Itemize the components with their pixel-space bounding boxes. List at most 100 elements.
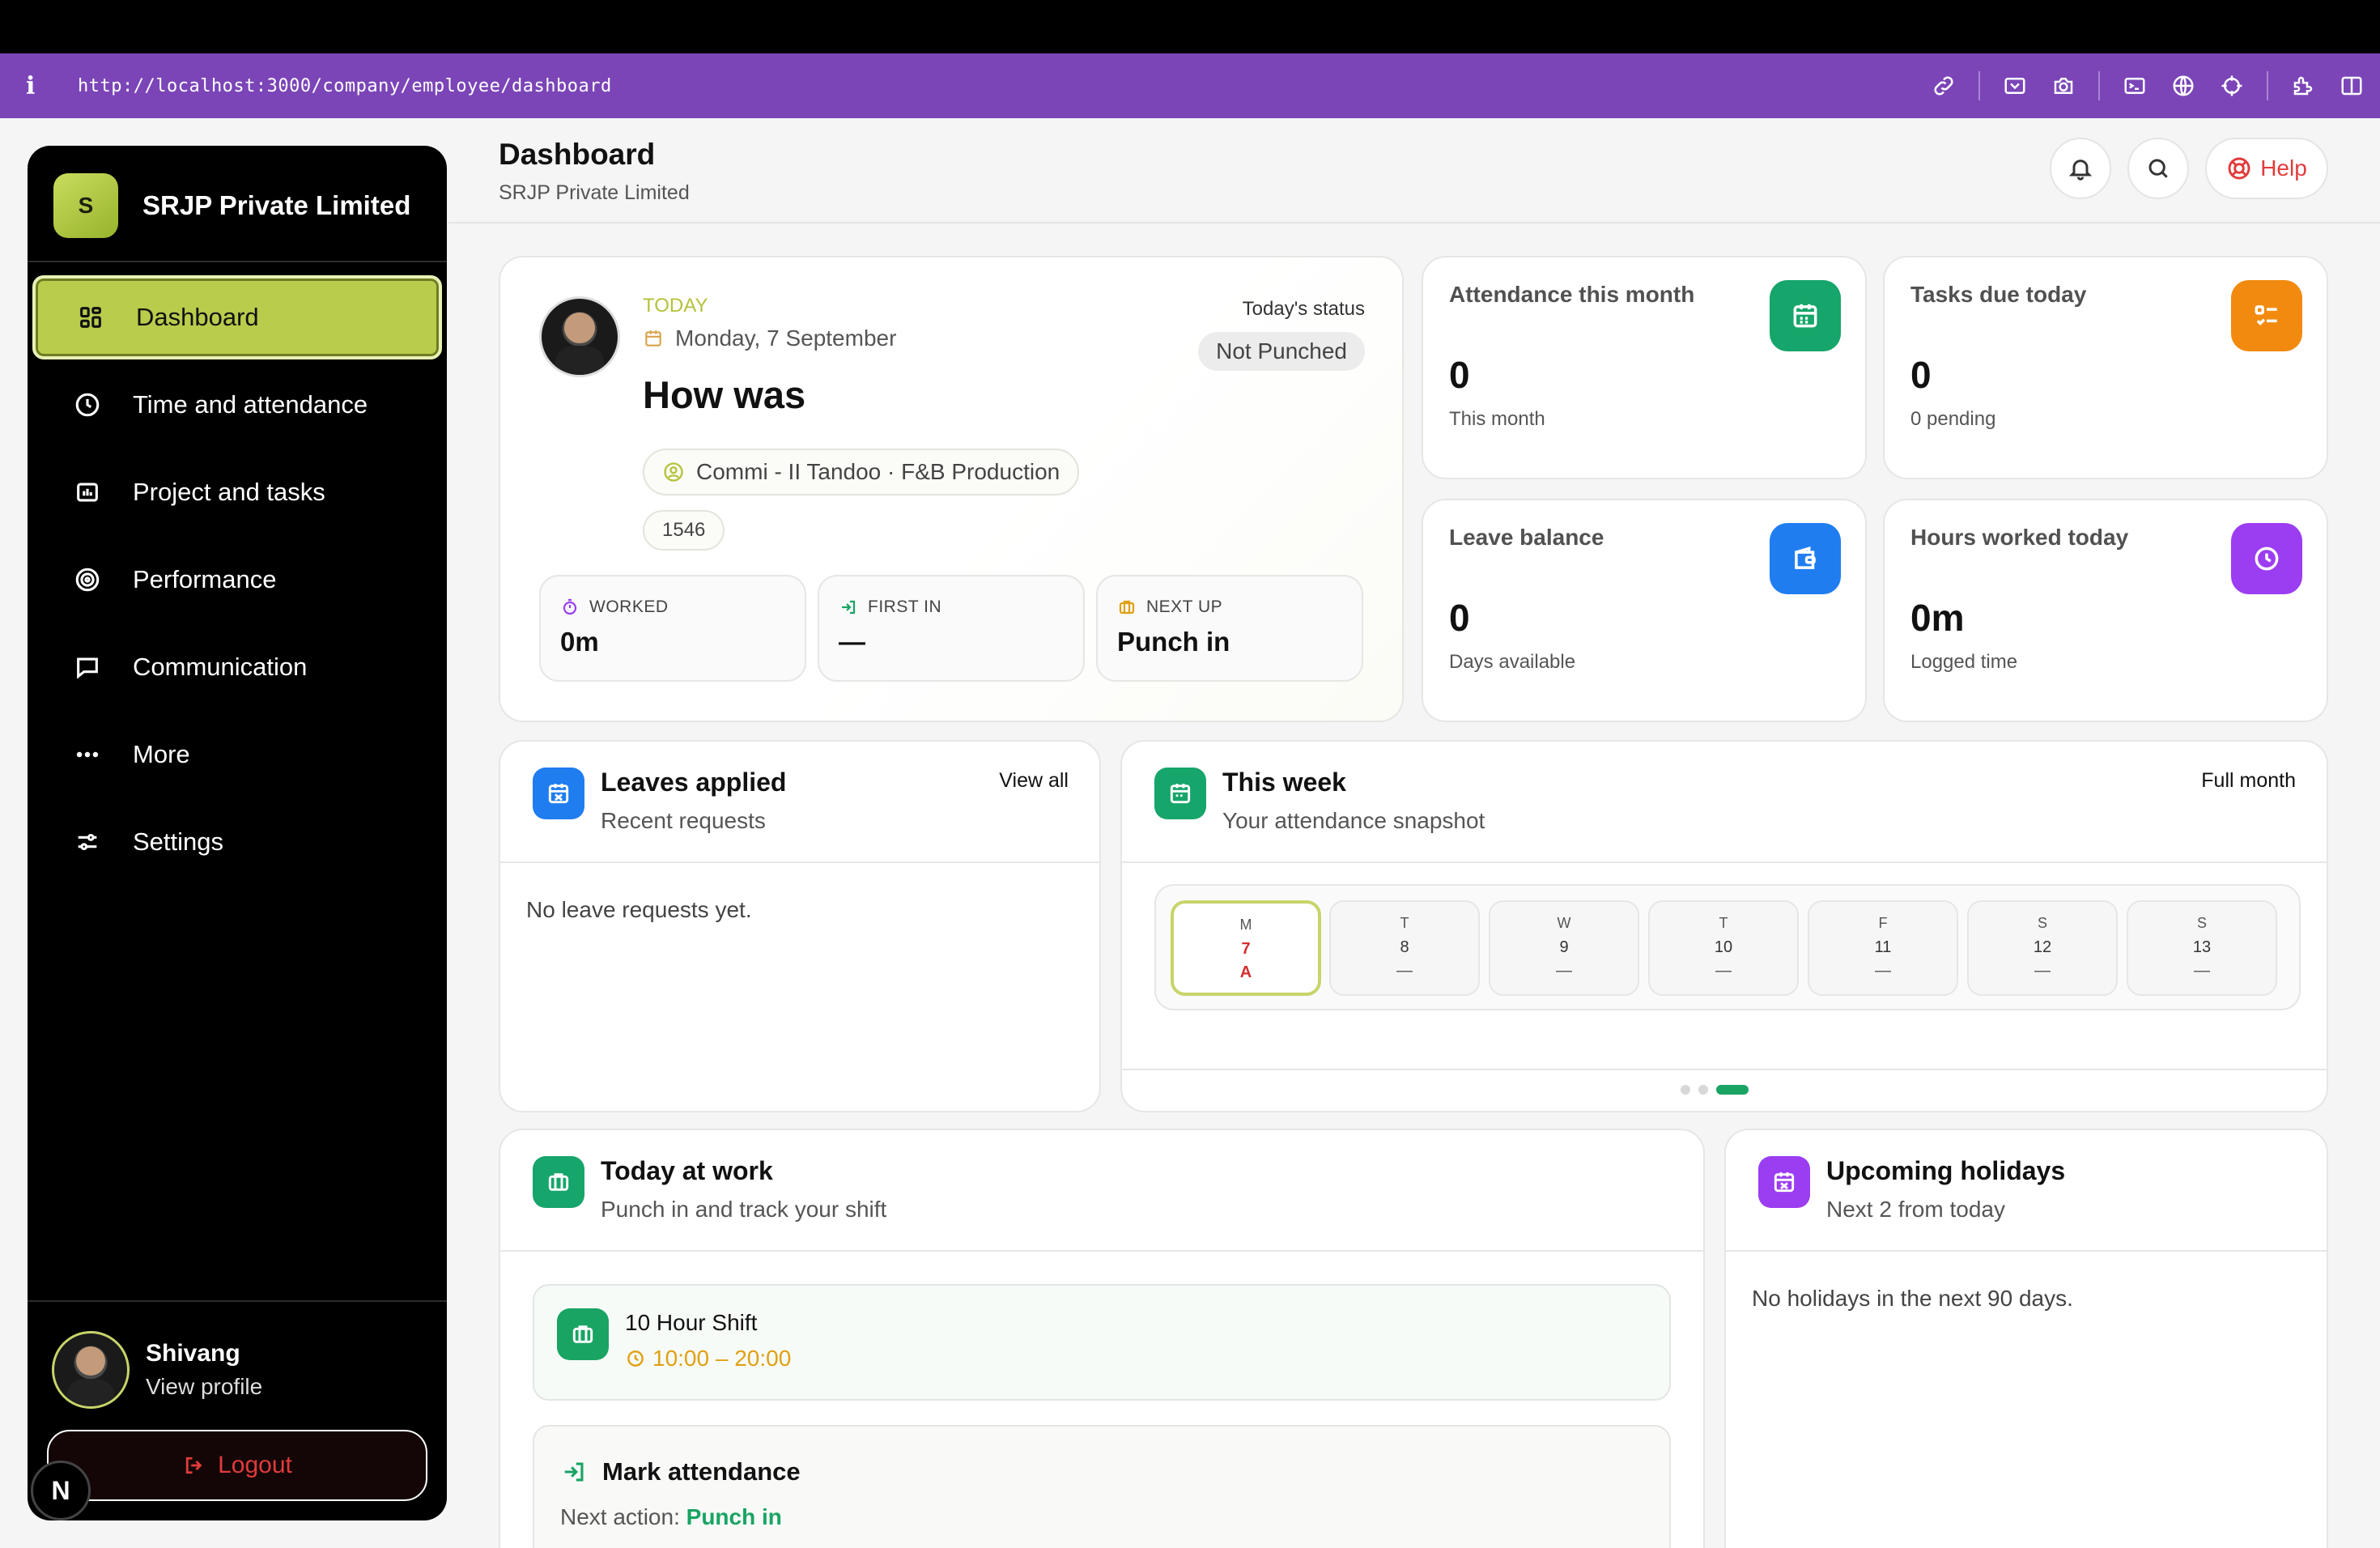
stat-label: Tasks due today — [1910, 282, 2087, 307]
view-profile-link[interactable]: View profile — [146, 1374, 262, 1400]
search-button[interactable] — [2127, 138, 2189, 199]
day-cell[interactable]: M 7 A — [1171, 900, 1321, 996]
mark-attendance-panel[interactable]: Mark attendance Next action: Punch in — [533, 1425, 1671, 1548]
calendar-off-icon — [533, 768, 584, 819]
screenshot-icon[interactable] — [2001, 72, 2029, 100]
url-text[interactable]: http://localhost:3000/company/employee/d… — [78, 76, 612, 96]
notifications-button[interactable] — [2050, 138, 2111, 199]
stat-label: Attendance this month — [1449, 282, 1695, 307]
sidebar-item-time-attendance[interactable]: Time and attendance — [32, 363, 442, 447]
day-status: — — [2194, 962, 2210, 980]
target-icon — [71, 563, 104, 596]
carousel-dot-active[interactable] — [1716, 1085, 1749, 1095]
first-in-metric: FIRST IN — — [818, 575, 1085, 682]
day-cell[interactable]: F 11 — — [1808, 900, 1958, 996]
briefcase-icon — [533, 1156, 584, 1208]
day-letter: S — [2196, 915, 2207, 931]
calendar-icon — [645, 330, 661, 347]
checklist-icon — [2231, 280, 2302, 351]
terminal-icon[interactable] — [2121, 72, 2148, 100]
sidebar-item-label: Performance — [133, 565, 277, 593]
carousel-dot[interactable] — [1698, 1085, 1708, 1095]
toolbar-divider — [2098, 71, 2100, 100]
sidebar-item-more[interactable]: More — [32, 712, 442, 797]
view-all-link[interactable]: View all — [999, 769, 1069, 793]
full-month-link[interactable]: Full month — [2201, 769, 2296, 793]
crosshair-icon[interactable] — [2218, 72, 2246, 100]
logout-icon — [185, 1457, 202, 1474]
stat-label: Leave balance — [1449, 525, 1604, 550]
url-bar: i http://localhost:3000/company/employee… — [0, 53, 2380, 118]
url-toolbar — [1930, 53, 2365, 118]
metric-label-text: WORKED — [589, 598, 669, 616]
help-button[interactable]: Help — [2205, 138, 2328, 199]
day-letter: M — [1239, 916, 1252, 933]
leaves-card: Leaves applied Recent requests View all … — [499, 740, 1101, 1112]
day-cell[interactable]: S 13 — — [2127, 900, 2277, 996]
user-profile[interactable]: Shivang View profile — [52, 1331, 262, 1409]
stat-sub: This month — [1449, 408, 1545, 430]
briefcase-icon — [557, 1308, 609, 1360]
card-title: Today at work — [601, 1156, 773, 1185]
sidebar-item-settings[interactable]: Settings — [32, 800, 442, 884]
sidebar-item-dashboard[interactable]: Dashboard — [32, 275, 442, 359]
card-header: This week Your attendance snapshot Full … — [1122, 742, 2327, 863]
sidebar-item-label: More — [133, 740, 190, 768]
day-cell[interactable]: S 12 — — [1967, 900, 2118, 996]
card-subtitle: Punch in and track your shift — [601, 1197, 887, 1222]
clock-icon — [71, 389, 104, 421]
sidebar-divider — [28, 1300, 447, 1302]
nextjs-dev-badge[interactable]: N — [31, 1461, 91, 1520]
logout-button[interactable]: Logout — [47, 1430, 427, 1501]
day-letter: T — [1719, 915, 1728, 931]
briefcase-icon — [1119, 600, 1135, 615]
week-strip: M 7 A T 8 — W 9 — T 10 — F 11 — S 12 — S… — [1154, 884, 2301, 1010]
today-label: TODAY — [643, 295, 708, 317]
login-icon — [842, 600, 856, 615]
shift-name: 10 Hour Shift — [625, 1310, 758, 1335]
stat-value: 0 — [1910, 354, 1932, 396]
card-header: Upcoming holidays Next 2 from today — [1726, 1130, 2327, 1252]
company-name: SRJP Private Limited — [142, 190, 411, 220]
lifebuoy-icon — [2228, 157, 2250, 180]
day-number: 12 — [2033, 938, 2052, 956]
shift-info: 10 Hour Shift 10:00 – 20:00 — [533, 1284, 1671, 1401]
day-cell[interactable]: T 8 — — [1329, 900, 1480, 996]
stat-tasks-due[interactable]: Tasks due today 0 0 pending — [1883, 256, 2328, 479]
sidebar-toggle-icon[interactable] — [2338, 72, 2365, 100]
punch-in-link[interactable]: Punch in — [686, 1504, 782, 1529]
extension-icon[interactable] — [2289, 72, 2317, 100]
stat-leave-balance[interactable]: Leave balance 0 Days available — [1422, 499, 1867, 722]
stat-hours-worked[interactable]: Hours worked today 0m Logged time — [1883, 499, 2328, 722]
calendar-icon — [1770, 280, 1841, 351]
toolbar-divider — [1978, 71, 1980, 100]
info-icon[interactable]: i — [26, 72, 66, 100]
link-icon[interactable] — [1930, 72, 1957, 100]
position-pill: Commi - II Tandoo · F&B Production — [643, 449, 1080, 495]
sidebar-divider — [28, 261, 447, 262]
status-badge: Not Punched — [1198, 332, 1365, 371]
day-status: — — [1715, 962, 1732, 980]
sidebar-item-communication[interactable]: Communication — [32, 625, 442, 709]
sidebar-item-performance[interactable]: Performance — [32, 538, 442, 622]
metric-label-text: FIRST IN — [868, 598, 942, 616]
camera-icon[interactable] — [2050, 72, 2077, 100]
stat-attendance[interactable]: Attendance this month 0 This month — [1422, 256, 1867, 479]
sidebar-item-project-tasks[interactable]: Project and tasks — [32, 450, 442, 534]
day-cell[interactable]: W 9 — — [1489, 900, 1639, 996]
metric-label: WORKED — [560, 598, 669, 617]
metric-label: NEXT UP — [1117, 598, 1222, 617]
metric-label-text: NEXT UP — [1146, 598, 1223, 616]
day-cell[interactable]: T 10 — — [1648, 900, 1799, 996]
globe-icon[interactable] — [2170, 72, 2197, 100]
user-circle-icon — [664, 462, 683, 482]
metric-label: FIRST IN — [839, 598, 941, 617]
next-action-prefix: Next action: — [560, 1504, 686, 1529]
company-brand[interactable]: S SRJP Private Limited — [53, 173, 410, 238]
grid-icon — [74, 301, 107, 334]
carousel-dot[interactable] — [1681, 1085, 1690, 1095]
card-title: Leaves applied — [601, 768, 787, 797]
day-status: — — [2034, 962, 2051, 980]
clock-icon — [627, 1350, 644, 1367]
day-status: — — [1556, 962, 1572, 980]
